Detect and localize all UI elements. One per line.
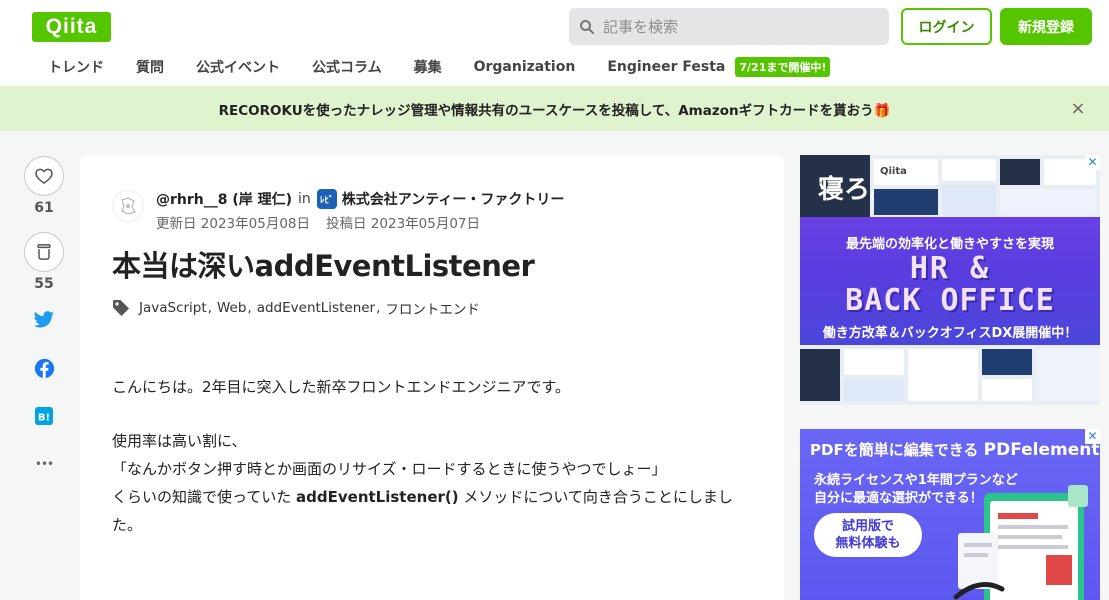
organization-logo[interactable]: ﾚﾋﾞ	[316, 189, 337, 209]
tag-separator: ,	[207, 300, 212, 316]
tag-web[interactable]: Web	[217, 300, 246, 316]
body-line: 「なんかボタン押す時とか画面のリサイズ・ロードするときに使うやつでしょー」	[112, 460, 667, 478]
qiita-logo[interactable]: Qiita	[32, 12, 111, 42]
ad2-headline: PDFを簡単に編集できる PDFelement	[810, 439, 1099, 460]
close-icon[interactable]: ×	[1069, 98, 1087, 119]
ad-banner-hr-backoffice[interactable]: 寝ろ。 Qiita 最先端の効率化と働きやすさを実現 HR & BACK OFF…	[800, 155, 1100, 405]
stock-button[interactable]	[24, 232, 64, 272]
stock-count: 55	[34, 276, 54, 292]
updated-date: 更新日 2023年05月08日	[156, 216, 311, 232]
heart-icon	[35, 168, 53, 184]
ad-tile	[942, 159, 996, 181]
facebook-share-button[interactable]	[24, 356, 64, 380]
facebook-icon	[34, 358, 54, 378]
tag-frontend[interactable]: フロントエンド	[385, 298, 480, 318]
ad2-brand: PDFelement	[983, 440, 1100, 460]
ad2-trial-button[interactable]: 試用版で 無料体験も	[814, 513, 922, 557]
twitter-share-button[interactable]	[24, 308, 64, 332]
nav-item-questions[interactable]: 質問	[136, 57, 164, 77]
ad2-pill-line: 無料体験も	[835, 536, 901, 551]
tag-icon	[113, 300, 129, 316]
ad-tile	[844, 379, 904, 401]
tag-javascript[interactable]: JavaScript	[139, 300, 207, 316]
author-avatar[interactable]	[112, 190, 144, 222]
body-paragraph-2: 使用率は高い割に、 「なんかボタン押す時とか画面のリサイズ・ロードするときに使う…	[112, 427, 762, 539]
hatena-bookmark-icon: B!	[35, 407, 53, 425]
body-line: 使用率は高い割に、	[112, 432, 247, 450]
author-line: @rhrh__8 (岸 理仁) in ﾚﾋﾞ 株式会社アンティー・ファクトリー	[156, 189, 564, 209]
signup-button[interactable]: 新規登録	[1000, 8, 1092, 45]
ad-tile	[1000, 159, 1040, 185]
tag-separator: ,	[376, 300, 381, 316]
ad-collage-bottom	[800, 345, 1100, 405]
article-body: こんにちは。2年目に突入した新卒フロントエンドエンジニアです。 使用率は高い割に…	[112, 373, 762, 565]
hatena-bookmark-button[interactable]: B!	[24, 404, 64, 428]
twitter-icon	[33, 311, 54, 328]
ad-banner-pdfelement[interactable]: PDFを簡単に編集できる PDFelement 永続ライセンスや1年間プランなど…	[800, 429, 1100, 600]
ad-headline-hr: HR &	[909, 251, 991, 286]
ad-tile	[982, 349, 1032, 375]
tag-addeventlistener[interactable]: addEventListener	[257, 300, 375, 316]
main-nav: トレンド 質問 公式イベント 公式コラム 募集 Organization Eng…	[32, 56, 831, 78]
nav-item-trend[interactable]: トレンド	[48, 57, 104, 77]
article-dates: 更新日 2023年05月08日 投稿日 2023年05月07日	[156, 212, 480, 232]
action-rail: 61 55 B! •••	[24, 156, 64, 500]
ad-tile: Qiita	[874, 159, 938, 185]
nav-item-organization[interactable]: Organization	[474, 59, 576, 75]
ad-tile	[1036, 349, 1100, 401]
ad-tile	[874, 189, 938, 215]
festa-badge: 7/21まで開催中!	[735, 57, 831, 77]
ad-close-icon[interactable]: ✕	[1085, 155, 1100, 170]
ad-tile	[800, 349, 840, 401]
banner-text: RECOROKUを使ったナレッジ管理や情報共有のユースケースを投稿して、Amaz…	[218, 102, 891, 119]
ad-subtitle: 最先端の効率化と働きやすさを実現	[845, 237, 1054, 252]
author-name-link[interactable]: @rhrh__8 (岸 理仁)	[156, 189, 292, 209]
site-header: Qiita ログイン 新規登録 トレンド 質問 公式イベント 公式コラム 募集 …	[0, 0, 1109, 86]
posted-date: 投稿日 2023年05月07日	[326, 216, 481, 232]
search-icon	[580, 19, 594, 34]
ad-tile	[908, 349, 978, 401]
nav-item-recruit[interactable]: 募集	[414, 57, 442, 77]
search-input[interactable]	[603, 17, 873, 36]
ad-caption: 働き方改革＆バックオフィスDX展開催中！	[822, 326, 1078, 341]
nav-item-engineer-festa[interactable]: Engineer Festa	[607, 59, 725, 75]
ad2-device-illustration-icon	[953, 485, 1088, 600]
nav-item-columns[interactable]: 公式コラム	[312, 57, 382, 77]
ad2-headline-text: PDFを簡単に編集できる	[810, 441, 984, 459]
like-button[interactable]	[24, 156, 64, 196]
ad-tile	[982, 379, 1032, 401]
tag-list: JavaScript, Web, addEventListener, フロントエ…	[112, 298, 480, 318]
svg-text:B!: B!	[38, 413, 50, 424]
article-card: @rhrh__8 (岸 理仁) in ﾚﾋﾞ 株式会社アンティー・ファクトリー …	[80, 155, 784, 600]
like-count: 61	[34, 200, 54, 216]
ad-tile	[844, 349, 904, 375]
tag-separator: ,	[247, 300, 252, 316]
search-box[interactable]	[569, 8, 889, 45]
nav-item-events[interactable]: 公式イベント	[196, 57, 280, 77]
ad-tile	[942, 185, 996, 215]
body-paragraph-1: こんにちは。2年目に突入した新卒フロントエンドエンジニアです。	[112, 378, 571, 396]
ad-qiita-logo: Qiita	[880, 166, 907, 177]
body-line: くらいの知識で使っていた	[112, 488, 297, 506]
login-button[interactable]: ログイン	[901, 8, 992, 45]
ad2-pill-line: 試用版で	[841, 519, 894, 534]
avatar-illustration-icon	[112, 190, 144, 222]
article-title: 本当は深いaddEventListener	[112, 249, 535, 283]
announcement-banner[interactable]: RECOROKUを使ったナレッジ管理や情報共有のユースケースを投稿して、Amaz…	[0, 86, 1109, 131]
inline-code-method: addEventListener()	[296, 488, 459, 506]
organization-name-link[interactable]: 株式会社アンティー・ファクトリー	[342, 189, 565, 209]
stock-icon	[37, 244, 51, 260]
ad-close-icon[interactable]: ✕	[1085, 429, 1100, 444]
ad-collage-top: 寝ろ。 Qiita	[800, 155, 1100, 217]
more-glyph: •••	[34, 457, 54, 471]
in-label: in	[298, 191, 311, 207]
ad-headline-backoffice: BACK OFFICE	[845, 283, 1055, 318]
more-options-icon[interactable]: •••	[24, 452, 64, 476]
ad-tile	[1000, 189, 1096, 215]
